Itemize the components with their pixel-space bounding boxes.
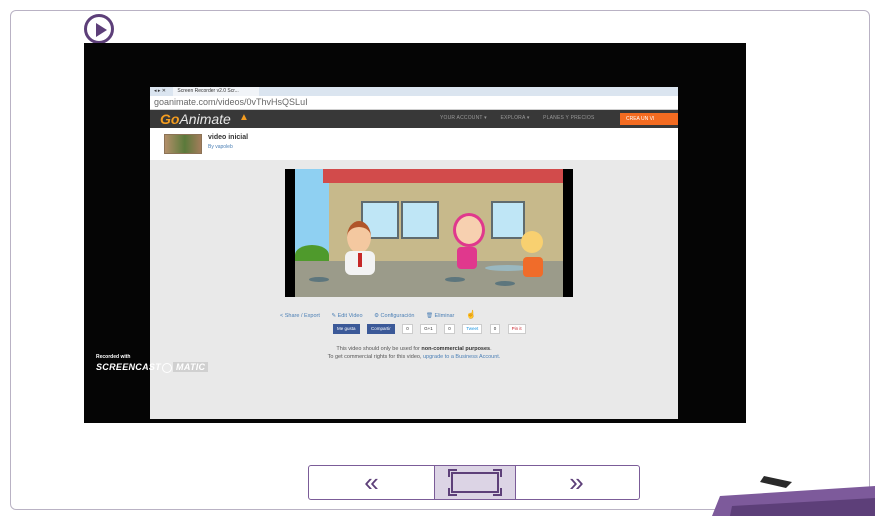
nav-link-account: YOUR ACCOUNT ▾ (440, 115, 487, 121)
edit-video-link: ✎ Edit Video (331, 313, 363, 319)
site-nav-links: YOUR ACCOUNT ▾ EXPLORA ▾ PLANES Y PRECIO… (440, 115, 607, 121)
gplus-count: 0 (444, 324, 455, 334)
previous-slide-button[interactable]: « (309, 466, 434, 499)
site-logo: GoAnimate (160, 111, 231, 127)
tweet-button: Tweet (462, 324, 483, 334)
fullscreen-button[interactable] (434, 466, 516, 499)
next-slide-button[interactable]: » (514, 466, 639, 499)
video-action-bar: < Share / Export ✎ Edit Video ⚙ Configur… (280, 310, 580, 319)
play-icon (96, 23, 107, 37)
gplus-button: G+1 (420, 324, 437, 334)
browser-tab-bar: ◂ ▸ ✕ Screen Recorder v2.0 Scr... (150, 87, 678, 96)
video-thumbnail (164, 134, 202, 154)
pinterest-button: Pin it (507, 324, 526, 334)
social-buttons: Me gusta Compartir 0 G+1 0 Tweet 0 Pin i… (333, 324, 529, 334)
video-info-bar: video inicial By vapoleb (150, 128, 678, 160)
browser-nav-icons: ◂ ▸ ✕ (154, 88, 166, 94)
nav-link-explore: EXPLORA ▾ (500, 115, 530, 121)
video-author: By vapoleb (208, 144, 233, 150)
share-export-link: < Share / Export (280, 313, 320, 319)
facebook-share-button: Compartir (366, 324, 395, 334)
hand-cursor-icon: ☝ (465, 310, 476, 319)
settings-link: ⚙ Configuración (374, 313, 415, 319)
nav-link-plans: PLANES Y PRECIOS (543, 115, 595, 121)
screencast-o-matic-logo: SCREENCAST MATIC (96, 362, 209, 373)
license-notice-line2: To get commercial rights for this video,… (327, 354, 501, 360)
recorded-screen: ◂ ▸ ✕ Screen Recorder v2.0 Scr... goanim… (150, 87, 678, 419)
recorder-label: Recorded with (96, 354, 131, 360)
cartoon-scene (295, 169, 563, 297)
bell-icon: ▲ (239, 112, 249, 123)
browser-tab: Screen Recorder v2.0 Scr... (173, 87, 259, 96)
license-notice-line1: This video should only be used for non-c… (336, 346, 492, 352)
share-count: 0 (402, 324, 413, 334)
create-video-button: CREA UN VI (620, 113, 678, 125)
tweet-count: 0 (489, 324, 501, 334)
browser-url-bar: goanimate.com/videos/0vThvHsQSLuI (150, 96, 678, 110)
record-circle-icon (162, 362, 173, 373)
slide-navigation: « » (308, 465, 640, 500)
fullscreen-icon (448, 469, 502, 496)
delete-link: 🗑 Eliminar (426, 313, 455, 319)
video-title: video inicial (208, 134, 249, 141)
eduvolution-logo (712, 476, 875, 516)
animation-player (285, 169, 573, 297)
play-button[interactable] (84, 14, 114, 44)
video-player[interactable]: ◂ ▸ ✕ Screen Recorder v2.0 Scr... goanim… (84, 43, 746, 423)
facebook-like-button: Me gusta (333, 324, 360, 334)
site-nav: GoAnimate ▲ YOUR ACCOUNT ▾ EXPLORA ▾ PLA… (150, 110, 678, 128)
